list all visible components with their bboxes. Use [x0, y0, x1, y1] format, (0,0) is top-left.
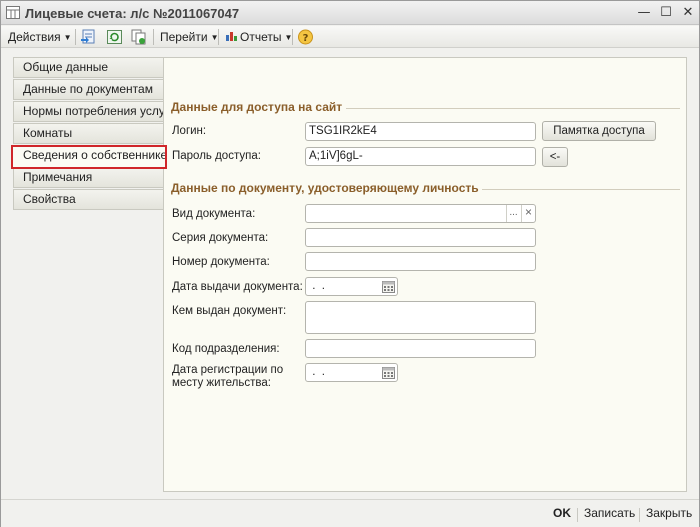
toolbar-separator	[292, 29, 293, 45]
password-field[interactable]: A;1iV]6gL-	[305, 147, 536, 166]
reports-menu[interactable]: Отчеты ▼	[223, 28, 294, 46]
dept-code-field[interactable]	[305, 339, 536, 358]
login-label: Логин:	[172, 125, 207, 137]
window-title: Лицевые счета: л/с №2011067047	[25, 6, 240, 21]
login-field[interactable]: TSG1IR2kE4	[305, 122, 536, 141]
footer-bar: OK Записать Закрыть	[1, 499, 699, 527]
tab-documents[interactable]: Данные по документам	[13, 79, 163, 100]
refresh-icon[interactable]	[106, 29, 123, 45]
help-icon[interactable]: ?	[297, 29, 314, 45]
goto-label: Перейти	[160, 30, 208, 44]
ok-button[interactable]: OK	[553, 506, 571, 520]
issue-date-field[interactable]: . .	[305, 277, 398, 296]
toolbar: Действия ▼ Перейти ▼ Отчеты ▼ ?	[1, 26, 699, 48]
section-divider	[482, 189, 680, 190]
access-section-title: Данные для доступа на сайт	[171, 100, 343, 114]
chevron-down-icon: ▼	[63, 33, 72, 42]
maximize-icon[interactable]: ☐	[657, 4, 675, 21]
tab-general[interactable]: Общие данные	[13, 57, 163, 78]
reg-date-label: Дата регистрации по месту жительства:	[172, 364, 284, 389]
report-chart-icon	[226, 32, 237, 41]
tab-notes[interactable]: Примечания	[13, 167, 163, 188]
tab-label: Примечания	[23, 170, 93, 184]
actions-menu[interactable]: Действия ▼	[6, 28, 74, 46]
fill-password-button[interactable]: <-	[542, 147, 568, 167]
calendar-icon[interactable]	[382, 366, 395, 379]
calendar-icon[interactable]	[382, 280, 395, 293]
goto-menu[interactable]: Перейти ▼	[158, 28, 220, 46]
tab-label: Данные по документам	[23, 82, 153, 96]
table-icon	[6, 6, 20, 19]
lc-window: Лицевые счета: л/с №2011067047 — ☐ ✕ Дей…	[0, 0, 700, 527]
tab-label: Общие данные	[23, 60, 109, 74]
copy-icon[interactable]	[130, 29, 147, 45]
tab-label: Сведения о собственнике	[23, 148, 167, 162]
save-back-icon[interactable]	[80, 29, 97, 45]
owner-info-panel: Данные для доступа на сайт Логин: TSG1IR…	[163, 57, 687, 492]
access-memo-button[interactable]: Памятка доступа	[542, 121, 656, 141]
tab-label: Нормы потребления услуг	[23, 104, 163, 118]
footer-separator	[577, 508, 578, 522]
title-bar: Лицевые счета: л/с №2011067047 — ☐ ✕	[1, 1, 699, 25]
document-section-title: Данные по документу, удостоверяющему лич…	[171, 181, 479, 195]
doc-type-field[interactable]: ... ×	[305, 204, 536, 223]
close-button[interactable]: Закрыть	[646, 506, 692, 520]
clear-icon[interactable]: ×	[521, 205, 535, 222]
number-label: Номер документа:	[172, 256, 270, 268]
issue-date-label: Дата выдачи документа:	[172, 281, 303, 293]
issue-date-value: . .	[309, 280, 325, 292]
toolbar-separator	[75, 29, 76, 45]
reports-label: Отчеты	[240, 30, 282, 44]
tab-rooms[interactable]: Комнаты	[13, 123, 163, 144]
issued-by-label: Кем выдан документ:	[172, 305, 287, 317]
password-label: Пароль доступа:	[172, 150, 261, 162]
number-field[interactable]	[305, 252, 536, 271]
issued-by-field[interactable]	[305, 301, 536, 334]
toolbar-separator	[153, 29, 154, 45]
close-icon[interactable]: ✕	[679, 4, 697, 21]
select-ellipsis-button[interactable]: ...	[506, 205, 520, 222]
tab-label: Свойства	[23, 192, 76, 206]
save-button[interactable]: Записать	[584, 506, 635, 520]
tab-properties[interactable]: Свойства	[13, 189, 163, 210]
minimize-icon[interactable]: —	[635, 4, 653, 21]
series-field[interactable]	[305, 228, 536, 247]
dept-code-label: Код подразделения:	[172, 343, 280, 355]
tab-owner-info[interactable]: Сведения о собственнике	[11, 145, 167, 169]
section-divider	[346, 108, 680, 109]
series-label: Серия документа:	[172, 232, 269, 244]
tab-consumption-norms[interactable]: Нормы потребления услуг	[13, 101, 163, 122]
svg-text:?: ?	[303, 33, 309, 44]
tab-label: Комнаты	[23, 126, 73, 140]
footer-separator	[639, 508, 640, 522]
doc-type-label: Вид документа:	[172, 208, 256, 220]
reg-date-field[interactable]: . .	[305, 363, 398, 382]
reg-date-value: . .	[309, 366, 325, 378]
toolbar-separator	[218, 29, 219, 45]
actions-label: Действия	[8, 30, 61, 44]
